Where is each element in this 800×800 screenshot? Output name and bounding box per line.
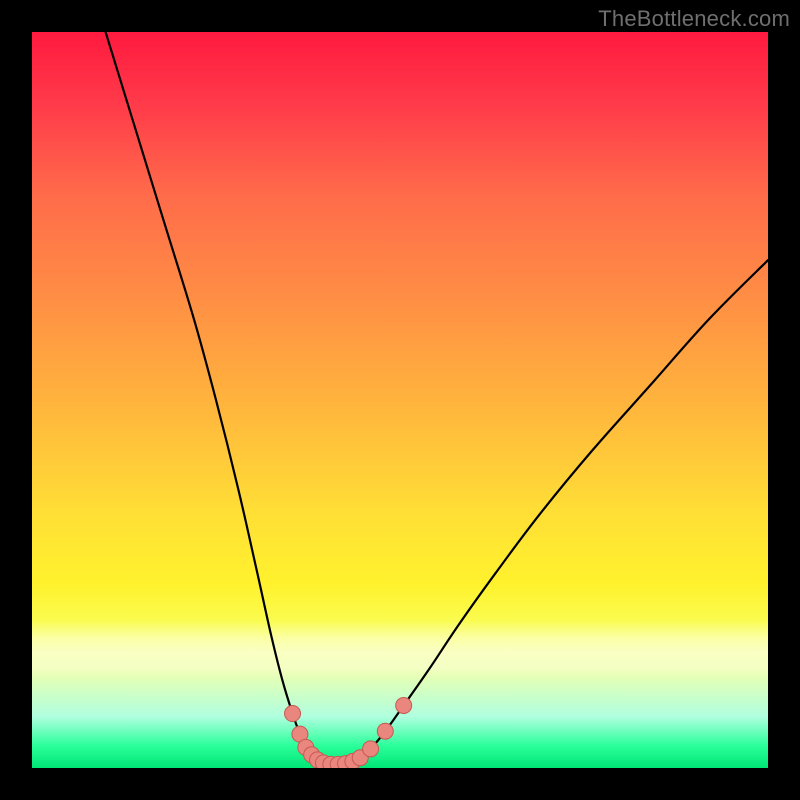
- plot-gradient-area: [32, 32, 768, 768]
- watermark-text: TheBottleneck.com: [598, 6, 790, 32]
- chart-frame: TheBottleneck.com: [0, 0, 800, 800]
